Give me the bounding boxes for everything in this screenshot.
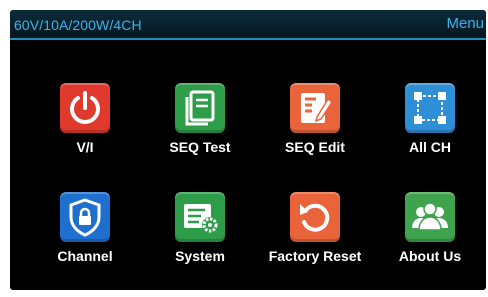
menu-button[interactable]: Menu [446,15,484,32]
notebook-icon [175,83,225,133]
reset-icon [290,192,340,242]
channel-tile[interactable]: Channel [35,192,135,282]
about-us-label: About Us [398,248,462,264]
seq-test-label: SEQ Test [169,139,231,155]
vi-tile[interactable]: V/I [35,83,135,173]
users-icon [405,192,455,242]
model-spec: 60V/10A/200W/4CH [14,17,142,33]
factory-reset-label: Factory Reset [268,248,362,264]
device-screen: 60V/10A/200W/4CH Menu V/I SEQ Test SEQ E… [10,10,486,290]
system-label: System [175,248,225,264]
top-bar: 60V/10A/200W/4CH Menu [10,10,486,38]
vi-label: V/I [76,139,94,155]
system-tile[interactable]: System [150,192,250,282]
channel-label: Channel [57,248,113,264]
header-divider [10,38,486,40]
seq-test-tile[interactable]: SEQ Test [150,83,250,173]
edit-document-icon [290,83,340,133]
seq-edit-tile[interactable]: SEQ Edit [265,83,365,173]
all-ch-tile[interactable]: All CH [380,83,480,173]
about-us-tile[interactable]: About Us [380,192,480,282]
settings-card-icon [175,192,225,242]
factory-reset-tile[interactable]: Factory Reset [265,192,365,282]
power-icon [60,83,110,133]
all-channels-icon [405,83,455,133]
shield-lock-icon [60,192,110,242]
seq-edit-label: SEQ Edit [285,139,345,155]
all-ch-label: All CH [409,139,451,155]
